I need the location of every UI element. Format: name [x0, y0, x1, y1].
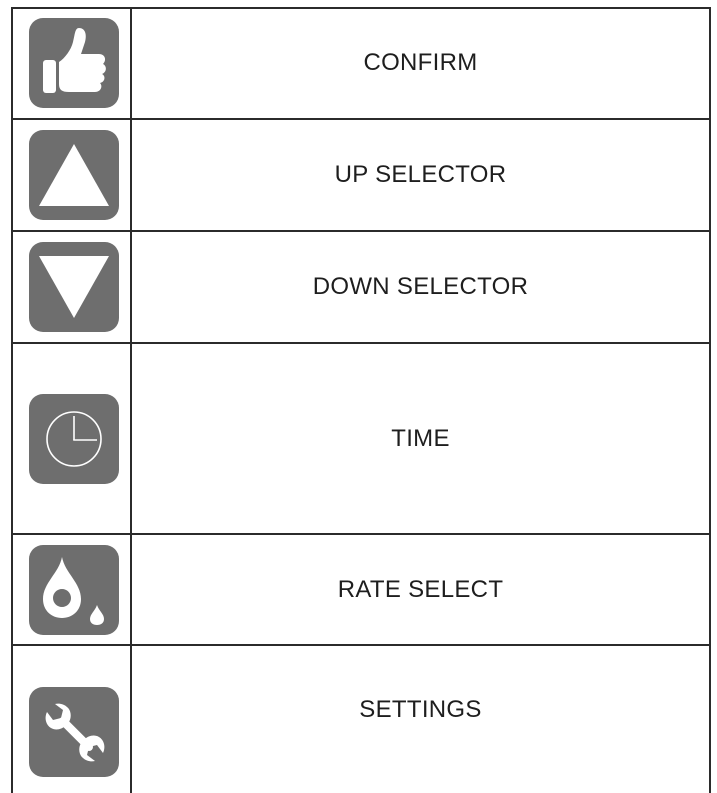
table-row-time: TIME — [11, 344, 711, 533]
icon-cell — [11, 120, 132, 230]
settings-button[interactable] — [29, 687, 119, 777]
clock-icon — [46, 411, 102, 467]
row-label-up-selector: UP SELECTOR — [132, 120, 711, 230]
table-row-up-selector: UP SELECTOR — [11, 120, 711, 230]
thumbs-up-icon — [43, 28, 106, 93]
row-label-time: TIME — [132, 344, 711, 533]
table-row-down-selector: DOWN SELECTOR — [11, 232, 711, 342]
row-label-confirm: CONFIRM — [132, 7, 711, 118]
time-button[interactable] — [29, 394, 119, 484]
icon-cell — [11, 344, 132, 533]
rate-select-button[interactable] — [29, 545, 119, 635]
table-row-confirm: CONFIRM — [11, 7, 711, 118]
triangle-down-icon — [39, 256, 109, 318]
row-label-down-selector: DOWN SELECTOR — [132, 232, 711, 342]
icon-cell — [11, 7, 132, 118]
wrench-icon — [45, 703, 105, 762]
icon-cell — [11, 232, 132, 342]
triangle-up-icon — [39, 144, 109, 206]
icon-cell — [11, 535, 132, 644]
icon-cell — [11, 646, 132, 793]
row-label-settings: SETTINGS — [132, 646, 711, 793]
table-row-rate-select: RATE SELECT — [11, 535, 711, 644]
down-selector-button[interactable] — [29, 242, 119, 332]
row-label-rate-select: RATE SELECT — [132, 535, 711, 644]
table-row-settings: SETTINGS — [11, 646, 711, 793]
button-legend-table: CONFIRM UP SELECTOR DOWN SELECTOR TIME R… — [11, 7, 711, 793]
drops-icon — [43, 557, 104, 625]
confirm-button[interactable] — [29, 18, 119, 108]
up-selector-button[interactable] — [29, 130, 119, 220]
